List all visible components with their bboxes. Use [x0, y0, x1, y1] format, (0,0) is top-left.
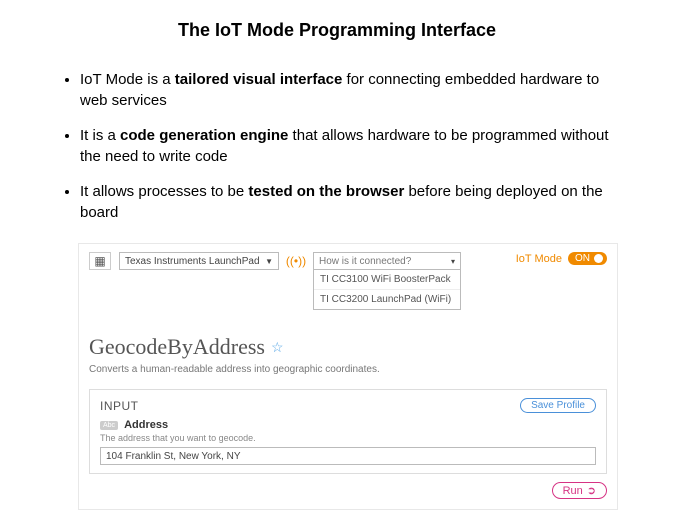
- run-arrow-icon: ➲: [587, 484, 596, 497]
- field-description: The address that you want to geocode.: [100, 433, 596, 443]
- iot-interface-screenshot: ▦ Texas Instruments LaunchPad ▼ ((•)) Ho…: [78, 243, 618, 510]
- iot-mode-toggle[interactable]: ON: [568, 252, 607, 265]
- service-title: GeocodeByAddress: [89, 334, 265, 360]
- bullet-item: It is a code generation engine that allo…: [80, 125, 614, 167]
- device-select[interactable]: Texas Instruments LaunchPad ▼: [119, 252, 279, 270]
- bullet-item: It allows processes to be tested on the …: [80, 181, 614, 223]
- bullet-item: IoT Mode is a tailored visual interface …: [80, 69, 614, 111]
- connection-placeholder: How is it connected?: [319, 256, 411, 267]
- save-profile-button[interactable]: Save Profile: [520, 398, 596, 413]
- run-button[interactable]: Run ➲: [552, 482, 607, 499]
- input-heading: INPUT: [100, 399, 139, 413]
- connection-option[interactable]: TI CC3200 LaunchPad (WiFi): [314, 290, 460, 309]
- connection-option[interactable]: TI CC3100 WiFi BoosterPack: [314, 270, 460, 290]
- chevron-down-icon: ▾: [451, 257, 455, 266]
- iot-mode-label: IoT Mode: [516, 253, 562, 265]
- chevron-down-icon: ▼: [265, 257, 273, 266]
- address-input[interactable]: [100, 447, 596, 465]
- favorite-star-icon[interactable]: ☆: [271, 339, 284, 356]
- connection-options: TI CC3100 WiFi BoosterPack TI CC3200 Lau…: [313, 270, 461, 310]
- wifi-icon: ((•)): [287, 252, 305, 270]
- input-panel: INPUT Save Profile Abc Address The addre…: [89, 389, 607, 474]
- device-selected-label: Texas Instruments LaunchPad: [125, 256, 260, 267]
- connection-select[interactable]: How is it connected? ▾: [313, 252, 461, 270]
- service-description: Converts a human-readable address into g…: [89, 364, 607, 375]
- toggle-text: ON: [575, 253, 590, 264]
- bullet-list: IoT Mode is a tailored visual interface …: [80, 69, 614, 223]
- run-label: Run: [563, 485, 583, 497]
- toggle-knob: [594, 254, 603, 263]
- page-title: The IoT Mode Programming Interface: [30, 20, 644, 41]
- field-label: Address: [124, 419, 168, 431]
- board-icon: ▦: [89, 252, 111, 270]
- type-tag: Abc: [100, 421, 118, 430]
